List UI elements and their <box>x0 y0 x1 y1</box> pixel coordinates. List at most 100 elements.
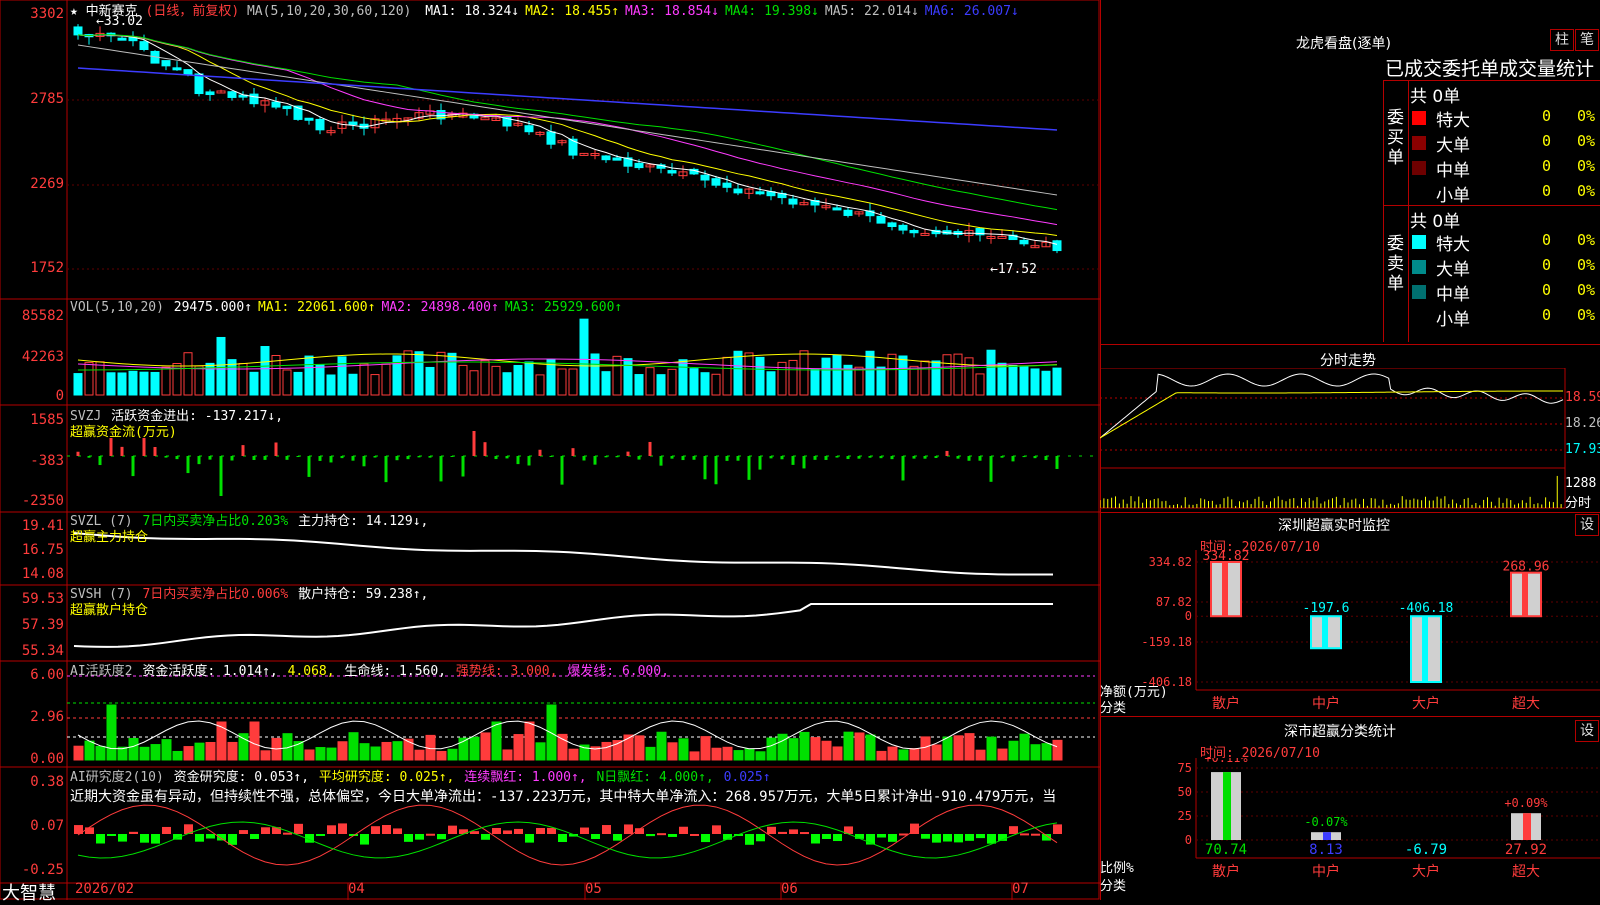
lhb-title: 龙虎看盘(逐单) <box>1296 36 1391 52</box>
ai-research-bar <box>976 834 985 839</box>
candlestick <box>227 91 237 98</box>
ai-activity-bar <box>656 731 667 761</box>
volume-bar <box>1008 365 1018 396</box>
volume-bar <box>249 371 259 396</box>
brand-logo[interactable]: 大智慧 <box>2 879 56 905</box>
candlestick <box>524 125 534 133</box>
candlestick <box>997 235 1007 239</box>
ai-activity-bar <box>832 746 843 761</box>
volume-bar <box>810 368 820 396</box>
ai-research-bar <box>591 834 600 840</box>
volume-bar <box>645 367 655 396</box>
sc-bar-core <box>1323 832 1331 840</box>
volume-bar <box>887 353 897 396</box>
ma-label: MA(5,10,20,30,60,120) <box>246 4 412 19</box>
ai-research-bar <box>547 827 556 834</box>
ai-research-bar <box>426 833 435 836</box>
ai-research-bar <box>624 824 633 834</box>
sz-monitor-title: 深圳超赢实时监控 <box>1278 518 1390 534</box>
bar-view-button[interactable]: 柱 <box>1550 29 1574 51</box>
svzl-line <box>73 532 1054 576</box>
volume-bar <box>733 350 743 396</box>
ai-research-bar <box>195 834 204 842</box>
buy-total: 共 0单 <box>1410 87 1461 107</box>
intraday-title: 分时走势 <box>1320 353 1376 369</box>
ai-activity-bar <box>964 733 975 761</box>
svzj-subtitle: 超赢资金流(万元) <box>70 425 177 440</box>
ai-research-bar <box>316 834 325 836</box>
ai-research-bar <box>536 827 545 834</box>
volume-bar <box>579 318 589 396</box>
ai-research-bar <box>921 834 930 839</box>
order-percent: 0% <box>1577 107 1596 125</box>
volume-bar <box>282 369 292 396</box>
volume-bar <box>117 372 127 396</box>
ai-activity-bar <box>689 751 700 761</box>
candlestick <box>73 26 83 36</box>
volume-bar <box>73 373 83 396</box>
ai-activity-bar <box>1008 740 1019 761</box>
ai-activity-bar <box>403 738 414 761</box>
intraday-axis-label: 17.93 <box>1565 442 1600 457</box>
intraday-axis-label: 18.26 <box>1565 416 1600 431</box>
ai-activity-bar <box>986 736 997 761</box>
vol-ma-3: MA3: 25929.600↑ <box>504 300 623 315</box>
ai2-axis-label: 0.38 <box>30 774 64 790</box>
order-category: 中单 <box>1436 285 1470 305</box>
svsh-axis-label: 55.34 <box>21 643 64 659</box>
volume-bar <box>865 350 875 396</box>
volume-bar <box>425 366 435 396</box>
ai-research-bar <box>338 823 347 834</box>
volume-bar <box>634 374 644 396</box>
volume-bar <box>601 371 611 396</box>
ai-research-bar <box>294 823 303 834</box>
sz-settings-button[interactable]: 设 <box>1575 514 1599 536</box>
sc-settings-button[interactable]: 设 <box>1575 720 1599 742</box>
ai-research-bar <box>778 831 787 834</box>
ai-research-bar <box>580 827 589 834</box>
ai-research-bar <box>811 834 820 844</box>
intraday-axis-label: 18.59 <box>1565 390 1600 405</box>
ai1-axis-label: 0.00 <box>30 751 64 767</box>
intraday-price-line <box>1100 373 1564 439</box>
candlestick <box>172 67 182 71</box>
order-count: 0 <box>1542 281 1552 299</box>
candlestick <box>788 198 798 205</box>
ai-activity-bar <box>227 741 238 761</box>
favorite-star-icon[interactable]: ★ <box>70 4 78 19</box>
svsh-axis-label: 57.39 <box>21 617 64 633</box>
ai-research-bar <box>239 830 248 834</box>
ai-activity-bar <box>194 742 205 761</box>
ma-line <box>77 34 1058 236</box>
sc-bar-top-label: +0.09% <box>1504 796 1548 810</box>
volume-bar <box>491 365 501 396</box>
intraday-chart[interactable] <box>1100 368 1600 510</box>
ai-activity-bar <box>84 740 95 761</box>
ai-activity-bar <box>73 745 84 761</box>
volume-bar <box>766 371 776 396</box>
ai-research-bar <box>393 828 402 834</box>
ai-activity-bar <box>766 737 777 761</box>
sz-axis-label: 0 <box>1185 609 1192 623</box>
sz-category-label: 散户 <box>1212 695 1240 712</box>
sz-xlabel: 分类 <box>1100 701 1127 716</box>
sz-category-label: 中户 <box>1312 695 1340 712</box>
volume-bar <box>612 355 622 396</box>
order-count: 0 <box>1542 157 1552 175</box>
main-chart-area[interactable] <box>0 0 1100 900</box>
ai-activity-bar <box>678 738 689 761</box>
ai-activity-bar <box>953 735 964 761</box>
ai2-axis-label: 0.07 <box>30 818 64 834</box>
volume-bar <box>623 358 633 396</box>
tick-view-button[interactable]: 笔 <box>1575 29 1599 51</box>
order-percent: 0% <box>1577 132 1596 150</box>
buy-orders-label: 委买单 <box>1387 108 1404 168</box>
ai-activity-bar <box>1041 743 1052 761</box>
ai-research-bar <box>602 825 611 834</box>
candlestick <box>909 229 919 234</box>
candlestick <box>700 174 710 181</box>
sz-bar-label: -406.18 <box>1399 601 1454 616</box>
ai-activity-bar <box>909 748 920 761</box>
sc-bar-value: -6.79 <box>1405 842 1447 858</box>
chart-mode[interactable]: (日线，前复权) <box>146 4 240 19</box>
